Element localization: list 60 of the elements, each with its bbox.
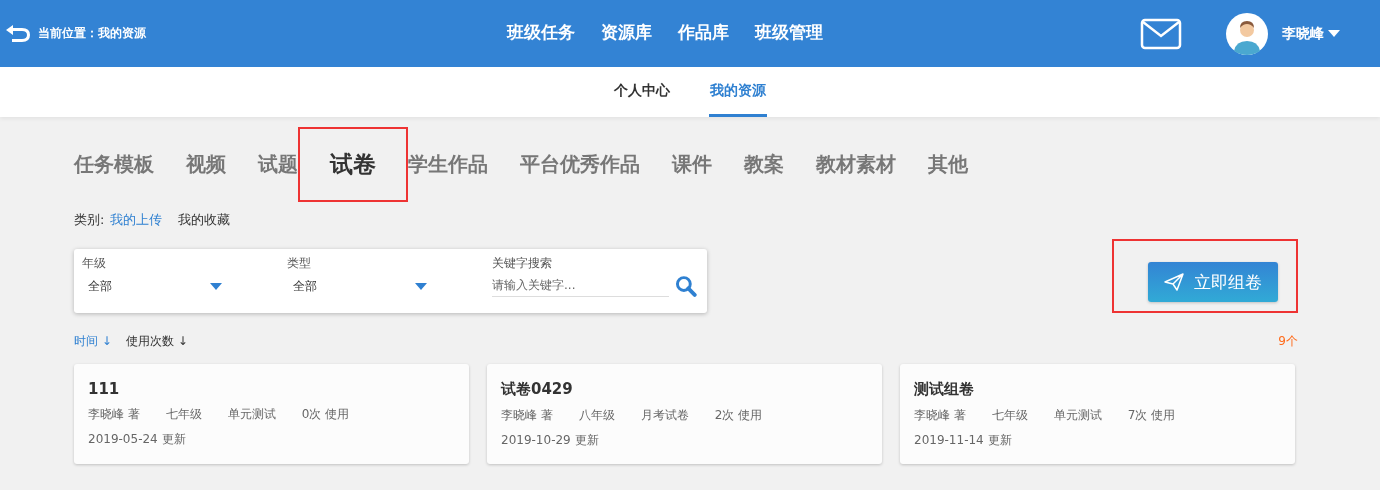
paper-card[interactable]: 111 李晓峰 著 七年级 单元测试 0次 使用 2019-05-24 更新 (74, 364, 469, 464)
paper-plane-icon (1164, 273, 1184, 291)
update-date: 2019-11-14 更新 (914, 432, 1013, 449)
search-icon[interactable] (675, 275, 697, 297)
resource-tab[interactable]: 教案 (744, 150, 784, 178)
resource-tab[interactable]: 课件 (672, 150, 712, 178)
author-text: 李晓峰 著 (914, 407, 966, 424)
field-label: 年级 (82, 255, 107, 272)
nav-link[interactable]: 资源库 (601, 21, 652, 44)
resource-tab[interactable]: 任务模板 (74, 150, 154, 178)
nav-link[interactable]: 作品库 (678, 21, 729, 44)
usage-count: 7次 使用 (1127, 407, 1176, 424)
type-text: 单元测试 (227, 406, 276, 423)
resource-tab[interactable]: 其他 (928, 150, 968, 178)
paper-title: 111 (88, 380, 121, 398)
update-date: 2019-10-29 更新 (501, 432, 600, 449)
avatar-icon[interactable] (1226, 12, 1268, 55)
paper-title: 试卷0429 (501, 380, 574, 399)
breadcrumb: 当前位置：我的资源 (38, 25, 146, 42)
field-label: 类型 (287, 255, 312, 272)
resource-tab[interactable]: 视频 (186, 150, 226, 178)
resource-tab[interactable]: 学生作品 (408, 150, 488, 178)
category-option[interactable]: 我的上传 (110, 211, 163, 229)
usage-count: 0次 使用 (301, 406, 350, 423)
caret-icon (210, 282, 222, 291)
paper-title: 测试组卷 (914, 380, 975, 399)
back-icon[interactable] (4, 23, 32, 44)
field-label: 关键字搜索 (492, 255, 553, 272)
usage-count: 2次 使用 (714, 407, 763, 424)
paper-card[interactable]: 试卷0429 李晓峰 著 八年级 月考试卷 2次 使用 2019-10-29 更新 (487, 364, 882, 464)
type-text: 单元测试 (1053, 407, 1102, 424)
resource-tab[interactable]: 教材素材 (816, 150, 896, 178)
update-date: 2019-05-24 更新 (88, 431, 187, 448)
category-option[interactable]: 我的收藏 (178, 211, 231, 229)
result-count: 9个 (1278, 333, 1298, 350)
author-text: 李晓峰 著 (501, 407, 553, 424)
resource-tab[interactable]: 平台优秀作品 (520, 150, 640, 178)
nav-link[interactable]: 班级任务 (507, 21, 575, 44)
type-text: 月考试卷 (640, 407, 689, 424)
keyword-input[interactable]: 请输入关键字... (492, 274, 670, 297)
nav-link[interactable]: 班级管理 (755, 21, 823, 44)
grade-text: 七年级 (165, 406, 202, 423)
category-label: 类别: (74, 211, 105, 229)
user-menu[interactable]: 李晓峰 (1282, 24, 1340, 43)
sub-tab[interactable]: 我的资源 (709, 67, 767, 117)
sub-tab[interactable]: 个人中心 (613, 67, 671, 117)
grade-text: 七年级 (991, 407, 1028, 424)
sort-option[interactable]: 使用次数 ↓ (125, 333, 188, 350)
mail-icon[interactable] (1140, 17, 1182, 50)
compose-button[interactable]: 立即组卷 (1148, 262, 1278, 302)
type-dropdown[interactable]: 全部 (287, 272, 427, 295)
grade-dropdown[interactable]: 全部 (82, 272, 222, 295)
caret-icon (415, 282, 427, 291)
resource-tab[interactable]: 试卷 (300, 128, 406, 200)
caret-icon (1328, 29, 1340, 38)
author-text: 李晓峰 著 (88, 406, 140, 423)
sort-option[interactable]: 时间 ↓ (74, 333, 112, 350)
grade-text: 八年级 (578, 407, 615, 424)
resource-tab[interactable]: 试题 (258, 150, 298, 178)
paper-card[interactable]: 测试组卷 李晓峰 著 七年级 单元测试 7次 使用 2019-11-14 更新 (900, 364, 1295, 464)
